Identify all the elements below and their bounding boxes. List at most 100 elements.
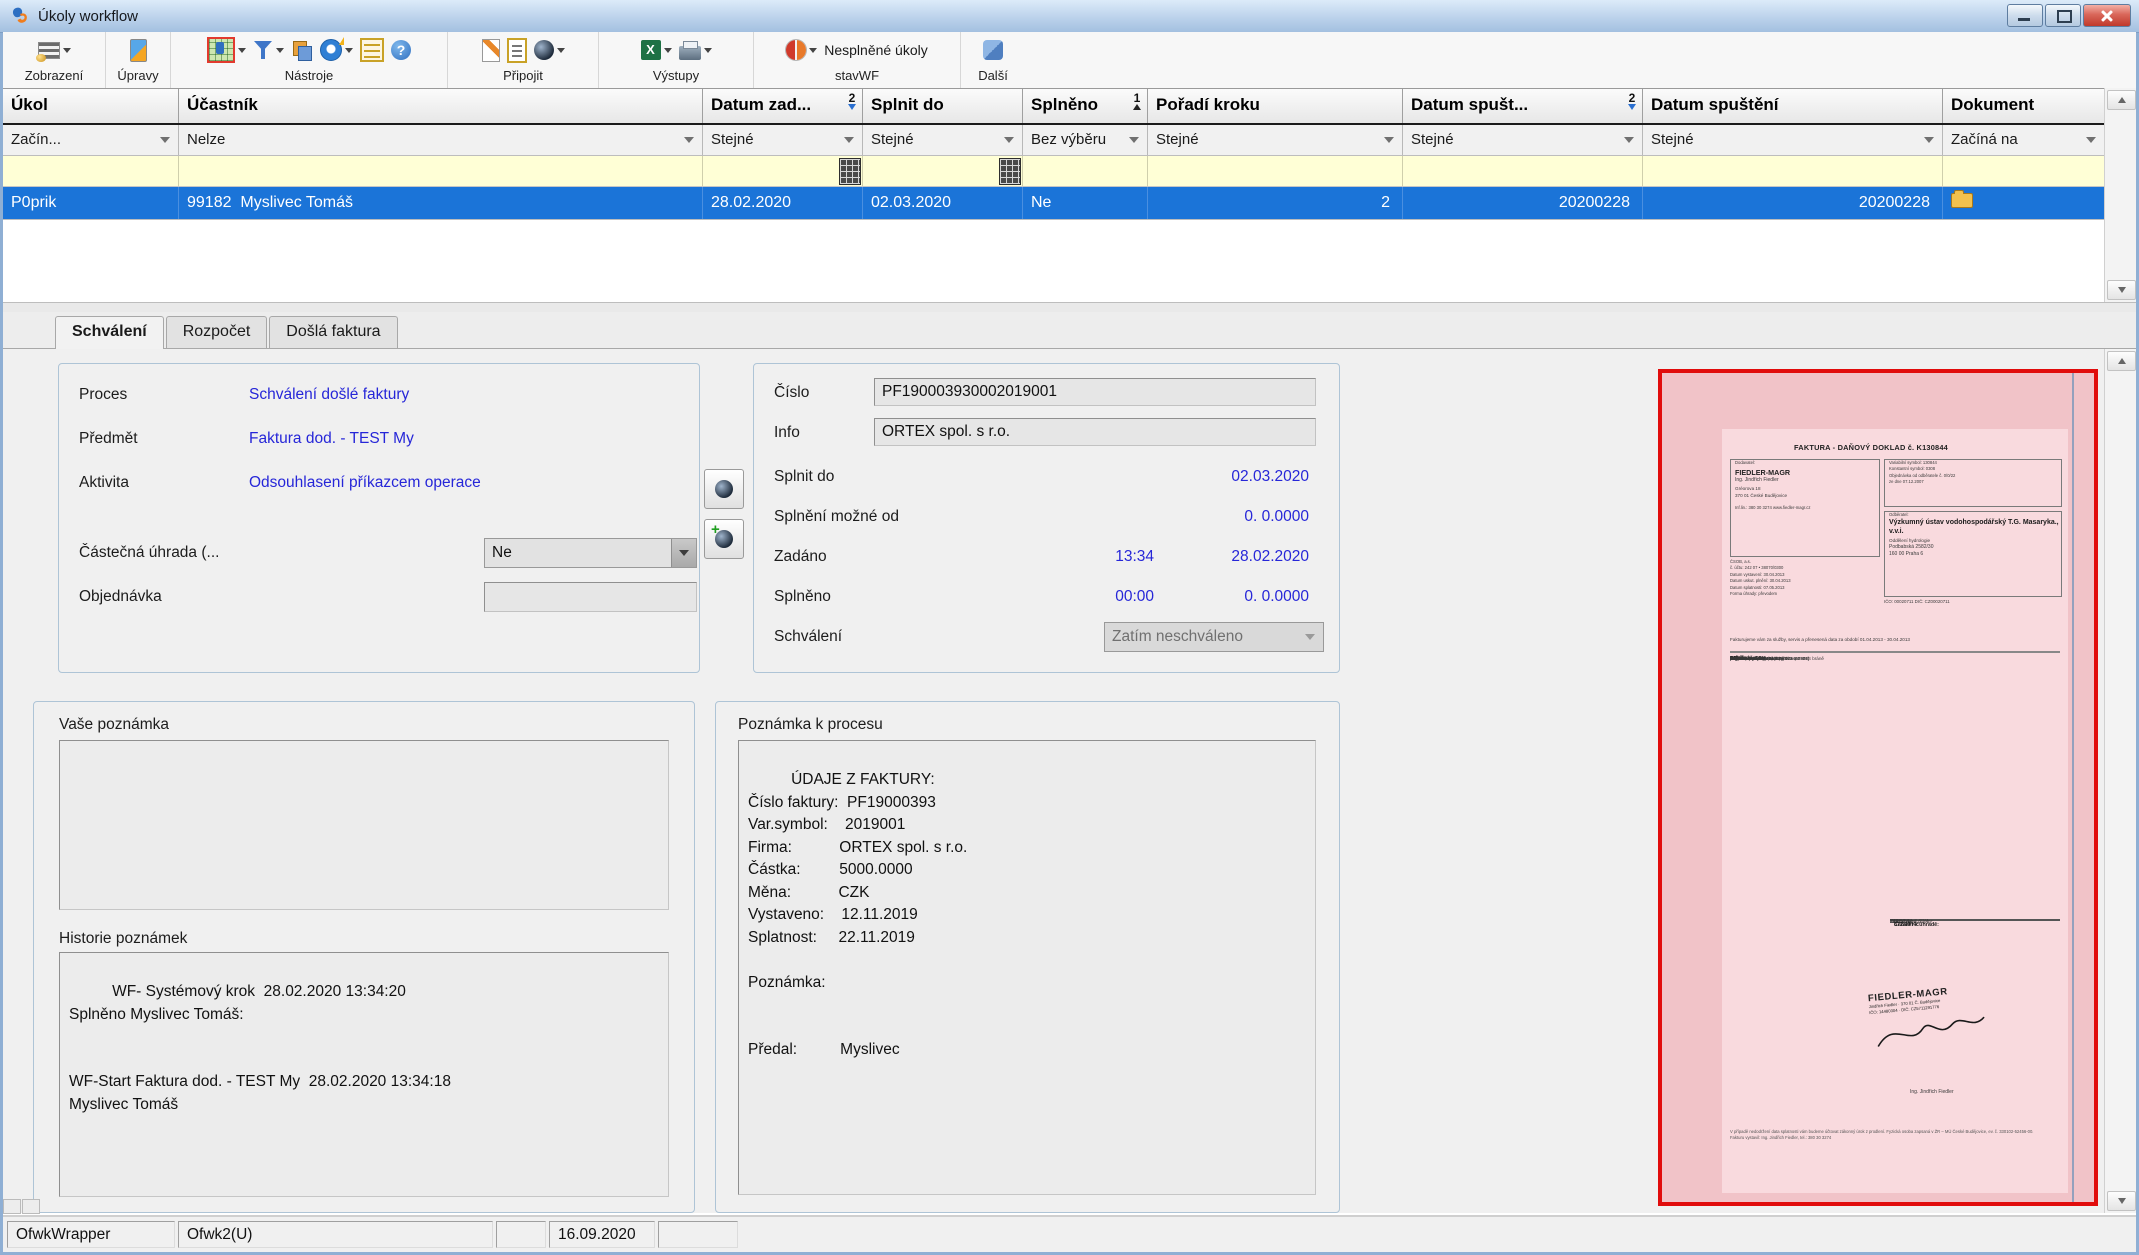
tab-rozpocet[interactable]: Rozpočet [166,316,268,348]
chevron-down-icon [1384,137,1394,143]
scroll-down-button[interactable] [2107,1191,2136,1211]
supplier-label: Dodavatel: [1731,460,1879,466]
search-cell[interactable] [863,156,1023,186]
help-icon [391,40,411,60]
column-header-datum-spusteni[interactable]: Datum spuštění [1643,89,1943,123]
filter-datum-spust[interactable]: Stejné [1403,125,1643,155]
workflow-state-icon [786,40,806,60]
grid-vertical-scrollbar[interactable] [2104,88,2136,302]
filter-button[interactable] [251,38,286,62]
scroll-up-button[interactable] [2107,90,2136,110]
search-cell[interactable] [1643,156,1943,186]
invoice-supplier-details: ČSOB, a.s. č. účtu: 242 07 • 38070/0300 … [1730,559,1880,597]
toolbar-group-zobrazeni: Zobrazení [3,32,106,88]
chevron-down-icon [1624,137,1634,143]
aktivita-label: Aktivita [79,474,129,492]
help-button[interactable] [389,39,413,61]
cell-dokument [1943,187,2105,219]
attach-document-button[interactable] [532,39,567,61]
column-header-splnit-do[interactable]: Splnit do [863,89,1023,123]
proces-value: Schválení došlé faktury [249,386,409,404]
filter-ucastnik[interactable]: Nelze [179,125,703,155]
invoice-totals: Základ daně 21%:729.50 Kč DPH 21%:152.50… [1890,917,2060,921]
wf-state-button[interactable]: Nesplněné úkoly [784,39,930,61]
edit-button[interactable] [128,38,149,63]
column-header-ukol[interactable]: Úkol [3,89,179,123]
filter-dokument[interactable]: Začíná na [1943,125,2105,155]
minimize-button[interactable] [2007,4,2043,27]
schvaleni-value: Zatím neschváleno [1112,628,1243,645]
column-header-ucastnik[interactable]: Účastník [179,89,703,123]
close-button[interactable] [2083,4,2131,27]
search-cell[interactable] [179,156,703,186]
search-cell[interactable] [3,156,179,186]
poznamka-k-procesu-textarea[interactable]: ÚDAJE Z FAKTURY: Číslo faktury: PF190003… [738,740,1316,1195]
filter-datum-spusteni[interactable]: Stejné [1643,125,1943,155]
filter-datum-zadani[interactable]: Stejné [703,125,863,155]
supplier-person: Ing. Jindřich Fiedler [1731,477,1879,485]
castecna-uhrada-combo[interactable]: Ne [484,538,697,568]
combo-dropdown-button[interactable] [671,539,696,567]
maximize-button[interactable] [2045,4,2081,27]
column-header-datum-spust[interactable]: Datum spušt... 2 [1403,89,1643,123]
objednavka-field[interactable] [484,582,697,612]
document-folder-icon[interactable] [1951,193,1973,208]
print-button[interactable] [677,39,714,61]
document-add-icon [715,530,733,548]
search-cell[interactable] [703,156,863,186]
filter-splneno[interactable]: Bez výběru [1023,125,1148,155]
search-cell[interactable] [1148,156,1403,186]
titlebar: Úkoly workflow [0,0,2139,33]
toolbar-group-label: Nástroje [285,68,333,84]
info-field[interactable]: ORTEX spol. s r.o. [874,418,1316,446]
search-cell[interactable] [1403,156,1643,186]
grid-settings-button[interactable] [205,36,248,64]
copy-button[interactable] [289,38,315,62]
cell-datum-spust: 20200228 [1403,187,1643,219]
note-icon [482,39,500,62]
options-button[interactable] [358,37,386,63]
column-header-poradi-kroku[interactable]: Pořadí kroku [1148,89,1403,123]
horizontal-scrollbar-fragment[interactable] [3,1199,40,1213]
view-menu-button[interactable] [36,41,73,60]
schvaleni-combo[interactable]: Zatím neschváleno [1104,622,1324,652]
historie-textarea[interactable]: WF- Systémový krok 28.02.2020 13:34:20 S… [59,952,669,1197]
toolbar-group-dalsi: Další [961,32,1025,88]
vase-poznamka-textarea[interactable] [59,740,669,910]
document-add-button[interactable] [704,519,744,559]
document-view-button[interactable] [704,469,744,509]
predmet-label: Předmět [79,430,138,448]
calendar-button[interactable] [999,158,1021,185]
filter-splnit-do[interactable]: Stejné [863,125,1023,155]
panel-vertical-scrollbar[interactable] [2104,349,2136,1213]
search-cell[interactable] [1943,156,2105,186]
more-actions-button[interactable] [981,39,1005,61]
chevron-down-icon [1305,634,1315,640]
scroll-down-button[interactable] [2107,280,2136,300]
scroll-up-button[interactable] [2107,351,2136,371]
calendar-button[interactable] [839,158,861,185]
grid-settings-icon [207,37,235,63]
export-excel-button[interactable] [639,39,674,61]
cell-datum-zadani: 28.02.2020 [703,187,863,219]
chevron-down-icon [238,48,246,53]
filter-poradi-kroku[interactable]: Stejné [1148,125,1403,155]
column-header-dokument[interactable]: Dokument [1943,89,2105,123]
footer-line: Fakturu vystavil: Ing. Jindřich Fiedler,… [1730,1135,2060,1141]
tab-dosla-faktura[interactable]: Došlá faktura [269,316,397,348]
search-cell[interactable] [1023,156,1148,186]
table-row-selected[interactable]: P0prik 99182 Myslivec Tomáš 28.02.2020 0… [3,187,2136,220]
attach-list-button[interactable] [505,37,529,64]
invoice-page: FAKTURA - DAŇOVÝ DOKLAD č. K130844 Dodav… [1722,429,2068,1193]
cislo-field[interactable]: PF190003930002019001 [874,378,1316,406]
history-button[interactable] [318,38,355,62]
attach-note-button[interactable] [480,38,502,63]
filter-ukol[interactable]: Začín... [3,125,179,155]
chevron-down-icon [63,48,71,53]
invoice-preview[interactable]: FAKTURA - DAŇOVÝ DOKLAD č. K130844 Dodav… [1658,369,2098,1206]
column-header-splneno[interactable]: Splněno 1 [1023,89,1148,123]
toolbar-group-nastroje: Nástroje [171,32,448,88]
tab-schvaleni[interactable]: Schválení [55,316,164,349]
chevron-down-icon [557,48,565,53]
column-header-datum-zadani[interactable]: Datum zad... 2 [703,89,863,123]
